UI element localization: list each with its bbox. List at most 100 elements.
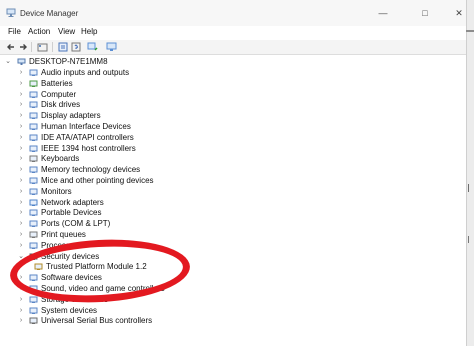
properties-icon[interactable] xyxy=(57,41,69,52)
tree-row[interactable]: › Mice and other pointing devices xyxy=(0,176,466,186)
collapsed-chevron-icon[interactable]: › xyxy=(17,133,25,143)
collapsed-chevron-icon[interactable]: › xyxy=(17,295,25,305)
collapsed-chevron-icon[interactable]: › xyxy=(17,208,25,218)
system-icon xyxy=(29,307,38,314)
tree-item-label: Universal Serial Bus controllers xyxy=(41,316,153,326)
tree-row[interactable]: › Audio inputs and outputs xyxy=(0,68,466,78)
tree-item-label: IEEE 1394 host controllers xyxy=(41,143,136,153)
device-manager-view-icon[interactable] xyxy=(36,41,48,52)
right-edge-mark xyxy=(468,184,469,192)
tree-row[interactable]: › System devices xyxy=(0,306,466,316)
collapsed-chevron-icon[interactable]: › xyxy=(17,198,25,208)
collapsed-chevron-icon[interactable]: › xyxy=(17,122,25,132)
right-edge-line xyxy=(466,30,474,32)
printer-icon xyxy=(29,231,38,238)
tree-row[interactable]: › Human Interface Devices xyxy=(0,122,466,132)
tree-root-label: DESKTOP-N7E1MM8 xyxy=(29,57,108,66)
port-icon xyxy=(29,220,38,228)
window-title: Device Manager xyxy=(20,9,79,18)
back-arrow-icon[interactable] xyxy=(5,41,17,52)
computer-icon xyxy=(17,58,26,65)
tree-item-label: IDE ATA/ATAPI controllers xyxy=(41,132,134,142)
tree-row[interactable]: › Ports (COM & LPT) xyxy=(0,219,466,229)
collapsed-chevron-icon[interactable]: › xyxy=(17,154,25,164)
collapsed-chevron-icon[interactable]: › xyxy=(17,176,25,186)
scan-hardware-icon[interactable] xyxy=(105,41,117,52)
root-expander-icon[interactable]: ⌄ xyxy=(4,57,12,67)
device-manager-icon xyxy=(6,8,16,17)
collapsed-chevron-icon[interactable]: › xyxy=(17,316,25,326)
hid-icon xyxy=(29,123,38,130)
ieee-icon xyxy=(29,145,38,152)
tree-item-label: Mice and other pointing devices xyxy=(41,176,154,185)
tree-item-label: Batteries xyxy=(41,78,73,88)
collapsed-chevron-icon[interactable]: › xyxy=(17,241,25,251)
processor-icon xyxy=(29,242,38,249)
tree-item-label: System devices xyxy=(41,305,98,315)
tree-root-row[interactable]: ⌄ DESKTOP-N7E1MM8 xyxy=(0,57,466,67)
monitor-icon xyxy=(29,188,38,195)
tree-row[interactable]: › Batteries xyxy=(0,79,466,89)
storage-icon xyxy=(29,296,38,303)
tree-row[interactable]: › Display adapters xyxy=(0,111,466,121)
menu-file[interactable]: File xyxy=(8,27,21,36)
memory-icon xyxy=(29,166,38,174)
collapsed-chevron-icon[interactable]: › xyxy=(17,111,25,121)
tree-row[interactable]: › Network adapters xyxy=(0,198,466,208)
disk-icon xyxy=(29,101,38,109)
collapsed-chevron-icon[interactable]: › xyxy=(17,165,25,175)
collapsed-chevron-icon[interactable]: › xyxy=(17,90,25,100)
tree-row[interactable]: › Monitors xyxy=(0,187,466,197)
tree-row[interactable]: › Disk drives xyxy=(0,100,466,110)
collapsed-chevron-icon[interactable]: › xyxy=(17,144,25,154)
collapsed-chevron-icon[interactable]: › xyxy=(17,219,25,229)
tree-item-label: Human Interface Devices xyxy=(41,122,131,131)
title-bar[interactable]: Device Manager — □ ✕ xyxy=(0,0,466,26)
tree-item-label: Display adapters xyxy=(41,111,101,121)
menu-bar: File Action View Help xyxy=(0,26,466,40)
portable-icon xyxy=(29,209,38,217)
speaker-icon xyxy=(29,69,38,76)
ide-icon xyxy=(29,134,38,141)
network-icon xyxy=(29,199,38,206)
tree-row[interactable]: › Universal Serial Bus controllers xyxy=(0,316,466,326)
menu-help[interactable]: Help xyxy=(81,27,97,36)
display-adapter-icon xyxy=(29,112,38,120)
tree-item-label: Computer xyxy=(41,89,77,99)
tree-row[interactable]: › Portable Devices xyxy=(0,208,466,218)
tree-item-label: Print queues xyxy=(41,230,86,239)
tree-row[interactable]: › IDE ATA/ATAPI controllers xyxy=(0,133,466,143)
tree-item-label: Memory technology devices xyxy=(41,165,141,175)
collapsed-chevron-icon[interactable]: › xyxy=(17,79,25,89)
menu-view[interactable]: View xyxy=(58,27,75,36)
forward-arrow-icon[interactable] xyxy=(17,41,29,52)
tree-item-label: Ports (COM & LPT) xyxy=(41,219,111,229)
tree-item-label: Portable Devices xyxy=(41,208,102,218)
collapsed-chevron-icon[interactable]: › xyxy=(17,100,25,110)
update-driver-icon[interactable] xyxy=(86,41,98,52)
tree-row[interactable]: › Print queues xyxy=(0,230,466,240)
right-edge-background xyxy=(467,0,474,346)
tree-row[interactable]: › Memory technology devices xyxy=(0,165,466,175)
help-icon[interactable] xyxy=(70,41,82,52)
tree-item-label: Keyboards xyxy=(41,154,80,164)
monitor-icon xyxy=(29,91,38,98)
maximize-button[interactable]: □ xyxy=(418,6,432,20)
menu-action[interactable]: Action xyxy=(28,27,50,36)
usb-icon xyxy=(29,317,38,325)
collapsed-chevron-icon[interactable]: › xyxy=(17,68,25,78)
minimize-button[interactable]: — xyxy=(376,6,390,20)
right-edge-mark-2 xyxy=(468,236,469,243)
tree-item-label: Monitors xyxy=(41,186,72,196)
toolbar xyxy=(0,40,466,55)
collapsed-chevron-icon[interactable]: › xyxy=(17,187,25,197)
tree-row[interactable]: › IEEE 1394 host controllers xyxy=(0,144,466,154)
tree-row[interactable]: › Keyboards xyxy=(0,154,466,164)
tree-row[interactable]: › Computer xyxy=(0,90,466,100)
device-tree: ⌄ DESKTOP-N7E1MM8 › Audio inputs and outp… xyxy=(0,54,466,346)
close-button[interactable]: ✕ xyxy=(452,6,466,20)
mouse-icon xyxy=(29,177,38,184)
collapsed-chevron-icon[interactable]: › xyxy=(17,230,25,240)
tree-item-label: Audio inputs and outputs xyxy=(41,68,130,77)
collapsed-chevron-icon[interactable]: › xyxy=(17,306,25,316)
